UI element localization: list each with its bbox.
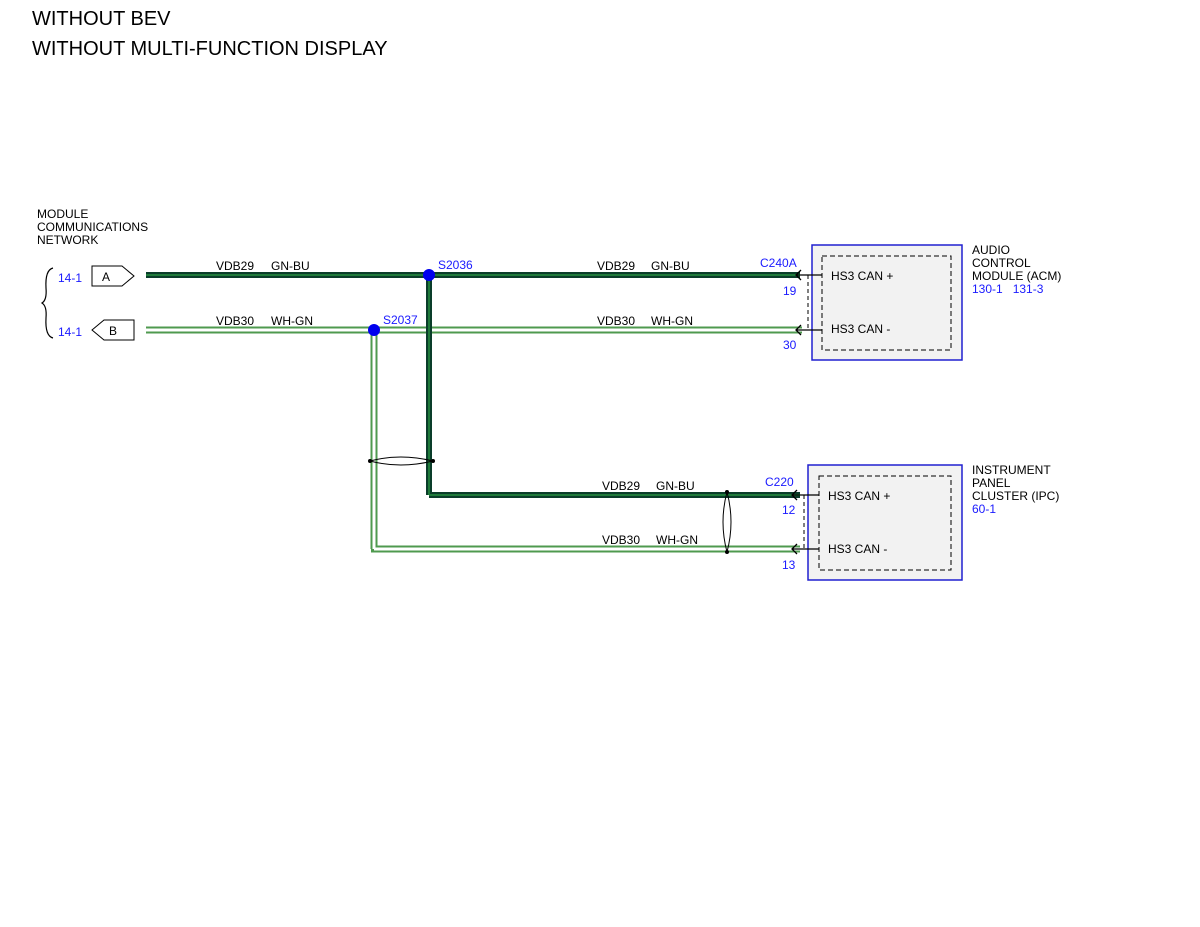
wire-label-circuit: VDB29 (597, 259, 635, 273)
acm-box (811, 244, 963, 361)
wiring-diagram: WITHOUT BEV WITHOUT MULTI-FUNCTION DISPL… (32, 8, 1061, 581)
wire-label-circuit: VDB29 (216, 259, 254, 273)
wire-label-color: WH-GN (656, 533, 698, 547)
acm-pin-30-number: 30 (783, 338, 797, 352)
network-title-line-1: MODULE (37, 207, 88, 221)
splice-s2037-dot (368, 324, 380, 336)
ipc-name-line-2: PANEL (972, 476, 1011, 490)
acm-connector-id: C240A (760, 256, 797, 270)
wire-vdb30-network (146, 326, 802, 553)
ipc-connector-id: C220 (765, 475, 794, 489)
twist-end-dot (725, 490, 729, 494)
twisted-pair-symbol-vertical (369, 456, 434, 466)
wire-label-color: GN-BU (656, 479, 695, 493)
twist-end-dot (431, 459, 435, 463)
acm-pin-19-number: 19 (783, 284, 797, 298)
twist-end-dot (368, 459, 372, 463)
instrument-panel-cluster: HS3 CAN + HS3 CAN - (791, 464, 963, 581)
acm-name-line-3: MODULE (ACM) (972, 269, 1061, 283)
ipc-box (807, 464, 963, 581)
splice-s2036-dot (423, 269, 435, 281)
wire-label-circuit: VDB30 (597, 314, 635, 328)
wire-label-circuit: VDB29 (602, 479, 640, 493)
wire-label-color: WH-GN (651, 314, 693, 328)
connector-b-letter: B (109, 324, 117, 338)
connector-a-shape (91, 265, 135, 287)
network-brace (40, 267, 54, 339)
wire-label-circuit: VDB30 (216, 314, 254, 328)
network-title-line-2: COMMUNICATIONS (37, 220, 148, 234)
twist-end-dot (725, 550, 729, 554)
acm-page-refs: 130-1 131-3 (972, 282, 1044, 296)
connector-b-ref: 14-1 (58, 325, 82, 339)
connector-a-letter: A (102, 270, 110, 284)
network-title-line-3: NETWORK (37, 233, 98, 247)
acm-name-line-2: CONTROL (972, 256, 1031, 270)
wire-label-color: WH-GN (271, 314, 313, 328)
ipc-page-refs: 60-1 (972, 502, 996, 516)
splice-s2037-label: S2037 (383, 313, 418, 327)
splice-s2036-label: S2036 (438, 258, 473, 272)
header-line-1: WITHOUT BEV (32, 8, 171, 30)
acm-pin-30-label: HS3 CAN - (831, 322, 890, 336)
ipc-pin-12-number: 12 (782, 503, 796, 517)
ipc-pin-12-label: HS3 CAN + (828, 489, 890, 503)
wire-label-circuit: VDB30 (602, 533, 640, 547)
twisted-pair-symbol-horizontal (722, 491, 732, 553)
acm-name-line-1: AUDIO (972, 243, 1010, 257)
ipc-name-line-3: CLUSTER (IPC) (972, 489, 1059, 503)
connector-a-ref: 14-1 (58, 271, 82, 285)
wire-label-color: GN-BU (271, 259, 310, 273)
acm-pin-19-label: HS3 CAN + (831, 269, 893, 283)
wire-label-color: GN-BU (651, 259, 690, 273)
ipc-pin-13-label: HS3 CAN - (828, 542, 887, 556)
ipc-name-line-1: INSTRUMENT (972, 463, 1051, 477)
ipc-pin-13-number: 13 (782, 558, 796, 572)
audio-control-module: HS3 CAN + HS3 CAN - (795, 244, 963, 361)
header-line-2: WITHOUT MULTI-FUNCTION DISPLAY (32, 38, 388, 60)
wire-vdb29-network (146, 272, 800, 498)
